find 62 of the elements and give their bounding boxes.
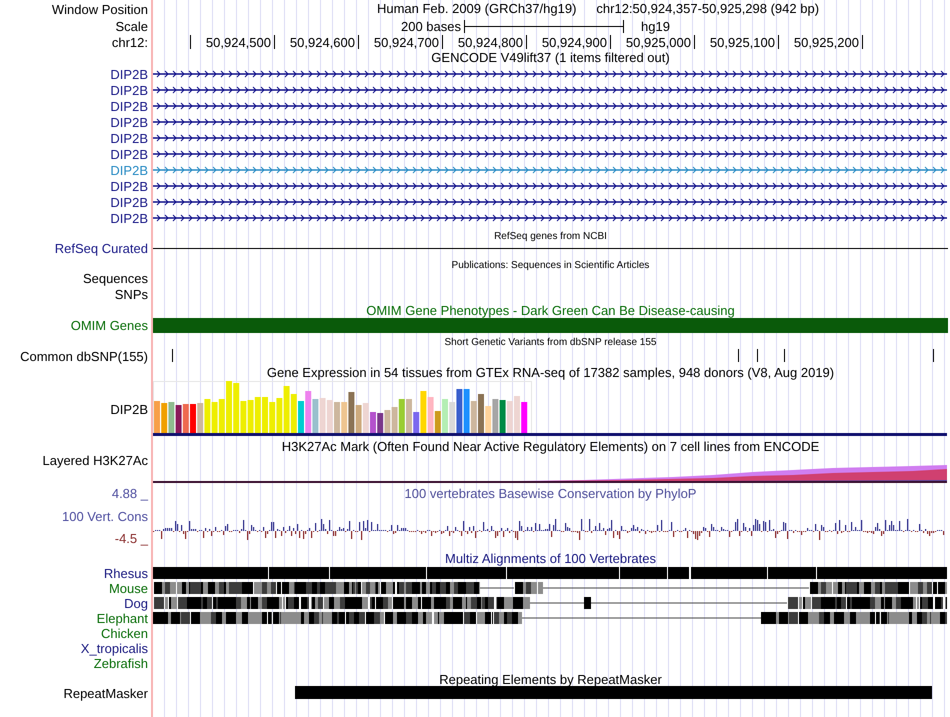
ruler-tick bbox=[190, 35, 191, 49]
scale-assembly: hg19 bbox=[641, 18, 670, 34]
track-label: Layered H3K27Ac bbox=[42, 453, 148, 468]
ruler-label: 50,924,900 bbox=[542, 34, 608, 50]
track-caption: Publications: Sequences in Scientific Articles bbox=[452, 259, 650, 273]
track-label: RefSeq Curated bbox=[54, 240, 148, 256]
ruler-tick bbox=[358, 35, 359, 49]
track-label: DIP2B bbox=[110, 178, 148, 194]
track-label: SNPs bbox=[114, 286, 148, 302]
ruler-tick bbox=[274, 35, 275, 49]
track-label: DIP2B bbox=[110, 114, 148, 130]
track-label: 100 Vert. Cons bbox=[62, 508, 148, 524]
track-label: DIP2B bbox=[110, 402, 148, 416]
ruler-label: 50,924,600 bbox=[290, 34, 356, 50]
track-label: RepeatMasker bbox=[63, 686, 148, 700]
track-label: Window Position bbox=[52, 2, 148, 16]
track-label: DIP2B bbox=[110, 146, 148, 162]
track-label: Common dbSNP(155) bbox=[20, 348, 148, 364]
track-label: chr12: bbox=[112, 34, 148, 50]
position-text: chr12:50,924,357-50,925,298 (942 bp) bbox=[596, 1, 820, 16]
species-label: Mouse bbox=[108, 581, 148, 596]
ruler-tick bbox=[610, 35, 611, 49]
assembly-title: Human Feb. 2009 (GRCh37/hg19) bbox=[376, 1, 576, 16]
ruler-label: 50,924,800 bbox=[458, 34, 524, 50]
track-label: DIP2B bbox=[110, 66, 148, 82]
track-caption: GENCODE V49lift37 (1 items filtered out) bbox=[431, 50, 670, 65]
track-label: DIP2B bbox=[110, 210, 148, 226]
track-caption: Repeating Elements by RepeatMasker bbox=[439, 671, 662, 687]
track-label: DIP2B bbox=[110, 162, 148, 178]
species-label: X_tropicalis bbox=[80, 641, 148, 656]
track-caption: OMIM Gene Phenotypes - Dark Green Can Be Disease-causing bbox=[366, 302, 735, 318]
ruler-label: 50,925,000 bbox=[626, 34, 692, 50]
ruler-label: 50,924,500 bbox=[206, 34, 272, 50]
track-label: 4.88 _ bbox=[112, 486, 148, 501]
ruler-label: 50,925,100 bbox=[710, 34, 776, 50]
track-label: DIP2B bbox=[110, 98, 148, 114]
ruler-tick bbox=[526, 35, 527, 49]
species-label: Chicken bbox=[101, 626, 148, 641]
track-caption: H3K27Ac Mark (Often Found Near Active Regulatory Elements) on 7 cell lines from ENCODE bbox=[282, 438, 820, 454]
track-caption: RefSeq genes from NCBI bbox=[494, 230, 607, 244]
track-label: Scale bbox=[115, 18, 148, 34]
track-caption: 100 vertebrates Basewise Conservation by PhyloP bbox=[404, 485, 696, 501]
track-label: Sequences bbox=[82, 270, 148, 286]
species-label: Dog bbox=[124, 596, 148, 611]
species-label: Elephant bbox=[96, 611, 148, 626]
track-label: OMIM Genes bbox=[70, 318, 148, 333]
track-label: -4.5 _ bbox=[114, 531, 148, 546]
ruler-tick bbox=[442, 35, 443, 49]
species-label: Rhesus bbox=[104, 566, 148, 581]
ruler-tick bbox=[862, 35, 863, 49]
ruler-tick bbox=[778, 35, 779, 49]
track-caption: Multiz Alignments of 100 Vertebrates bbox=[444, 550, 656, 566]
ruler-label: 50,924,700 bbox=[374, 34, 440, 50]
track-caption: Short Genetic Variants from dbSNP release 155 bbox=[444, 336, 656, 350]
scale-text: 200 bases bbox=[401, 18, 461, 34]
track-caption: Gene Expression in 54 tissues from GTEx RNA-seq of 17382 samples, 948 donors (V8, Aug 2019) bbox=[266, 364, 834, 380]
track-label: DIP2B bbox=[110, 82, 148, 98]
track-label: DIP2B bbox=[110, 194, 148, 210]
ruler-tick bbox=[694, 35, 695, 49]
species-label: Zebrafish bbox=[94, 656, 148, 671]
track-label: DIP2B bbox=[110, 130, 148, 146]
ruler-label: 50,925,200 bbox=[794, 34, 860, 50]
